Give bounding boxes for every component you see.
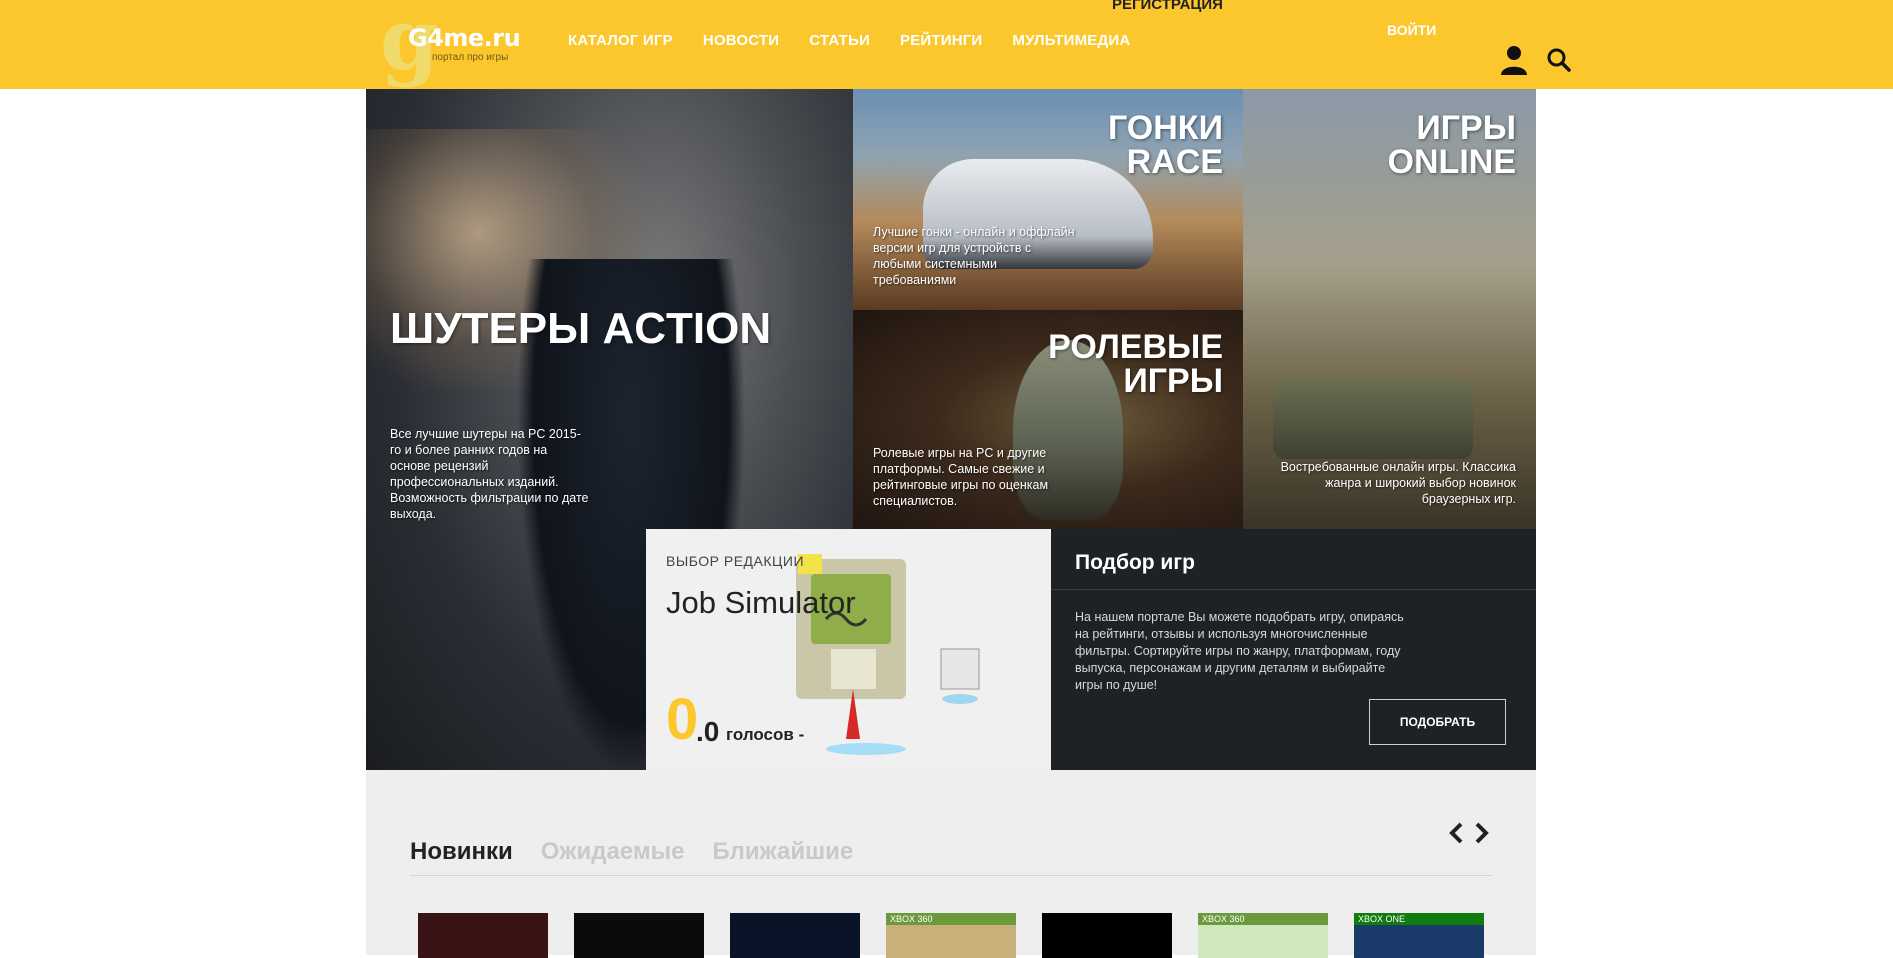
game-cover[interactable]: XBOX 360 [1198, 913, 1328, 958]
tile-online-desc: Востребованные онлайн игры. Классика жан… [1280, 460, 1516, 506]
main-nav: КАТАЛОГ ИГР НОВОСТИ СТАТЬИ РЕЙТИНГИ МУЛЬ… [568, 32, 1160, 49]
tab-new[interactable]: Новинки [410, 838, 513, 866]
tile-race-title-line2: RACE [1126, 143, 1223, 181]
tile-rpg-title: РОЛЕВЫЕ ИГРЫ [1048, 330, 1223, 398]
tile-race-title-line1: ГОНКИ [1107, 109, 1223, 147]
tile-rpg[interactable]: РОЛЕВЫЕ ИГРЫ Ролевые игры на PC и другие… [853, 310, 1243, 529]
editors-choice-label: ВЫБОР РЕДАКЦИИ [666, 553, 805, 569]
tile-online-title-line1: ИГРЫ [1416, 109, 1516, 147]
tile-shooters-title: ШУТЕРЫ ACTION [390, 304, 772, 353]
game-picker-panel: Подбор игр На нашем портале Вы можете по… [1051, 529, 1536, 770]
tile-rpg-title-line2: ИГРЫ [1123, 362, 1223, 400]
game-cover[interactable]: XBOX 360 [886, 913, 1016, 958]
game-picker-text: На нашем портале Вы можете подобрать игр… [1075, 610, 1404, 692]
score-decimal: .0 [696, 716, 720, 747]
user-icon[interactable] [1500, 44, 1528, 76]
register-link[interactable]: РЕГИСТРАЦИЯ [1112, 0, 1223, 13]
editors-choice-card[interactable]: ВЫБОР РЕДАКЦИИ Job Simulator 0 .0 голосо… [646, 529, 1051, 770]
tile-image-tank [1273, 379, 1473, 459]
game-cover[interactable] [574, 913, 704, 958]
nav-catalog[interactable]: КАТАЛОГ ИГР [568, 32, 673, 49]
game-picker-divider [1051, 589, 1536, 590]
site-header: g G4me.ru портал про игры КАТАЛОГ ИГР НО… [0, 0, 1893, 89]
tab-expected[interactable]: Ожидаемые [541, 838, 685, 866]
tabs-divider [410, 875, 1492, 876]
tile-race-desc: Лучшие гонки - онлайн и оффлайн версии и… [873, 225, 1075, 287]
nav-ratings[interactable]: РЕЙТИНГИ [900, 32, 982, 49]
nav-articles[interactable]: СТАТЬИ [809, 32, 870, 49]
logo-tagline: портал про игры [432, 52, 509, 63]
tile-online[interactable]: ИГРЫ ONLINE Востребованные онлайн игры. … [1243, 89, 1536, 529]
logo-name: G4me.ru [408, 24, 521, 52]
tile-rpg-title-line1: РОЛЕВЫЕ [1048, 328, 1223, 366]
tile-race[interactable]: ГОНКИ RACE Лучшие гонки - онлайн и оффла… [853, 89, 1243, 310]
game-cover[interactable] [730, 913, 860, 958]
new-games-section: Новинки Ожидаемые Ближайшие XBOX 360 XBO… [366, 770, 1536, 958]
game-cover[interactable] [1042, 913, 1172, 958]
votes-count: голосов - [726, 725, 805, 744]
tile-race-title: ГОНКИ RACE [1108, 111, 1223, 179]
game-covers-row: XBOX 360 XBOX 360 XBOX ONE [418, 913, 1484, 958]
nav-news[interactable]: НОВОСТИ [703, 32, 779, 49]
tab-upcoming[interactable]: Ближайшие [712, 838, 853, 866]
game-cover[interactable]: XBOX ONE [1354, 913, 1484, 958]
nav-multimedia[interactable]: МУЛЬТИМЕДИА [1012, 32, 1130, 49]
score-integer: 0 [666, 687, 699, 752]
games-tabs: Новинки Ожидаемые Ближайшие [410, 838, 853, 866]
game-picker-button[interactable]: ПОДОБРАТЬ [1369, 699, 1506, 745]
tile-online-title: ИГРЫ ONLINE [1388, 111, 1516, 179]
tile-online-title-line2: ONLINE [1387, 143, 1516, 181]
editors-choice-game[interactable]: Job Simulator [666, 585, 856, 621]
search-icon[interactable] [1546, 47, 1572, 73]
site-logo[interactable]: g G4me.ru портал про игры [380, 0, 530, 82]
game-cover[interactable] [418, 913, 548, 958]
chevron-left-icon[interactable] [1448, 822, 1464, 844]
tile-rpg-desc: Ролевые игры на PC и другие платформы. С… [873, 446, 1049, 508]
tile-shooters-desc: Все лучшие шутеры на PC 2015-го и более … [390, 427, 589, 521]
login-link[interactable]: ВОЙТИ [1387, 22, 1436, 38]
chevron-right-icon[interactable] [1474, 822, 1490, 844]
game-picker-title: Подбор игр [1075, 551, 1195, 574]
